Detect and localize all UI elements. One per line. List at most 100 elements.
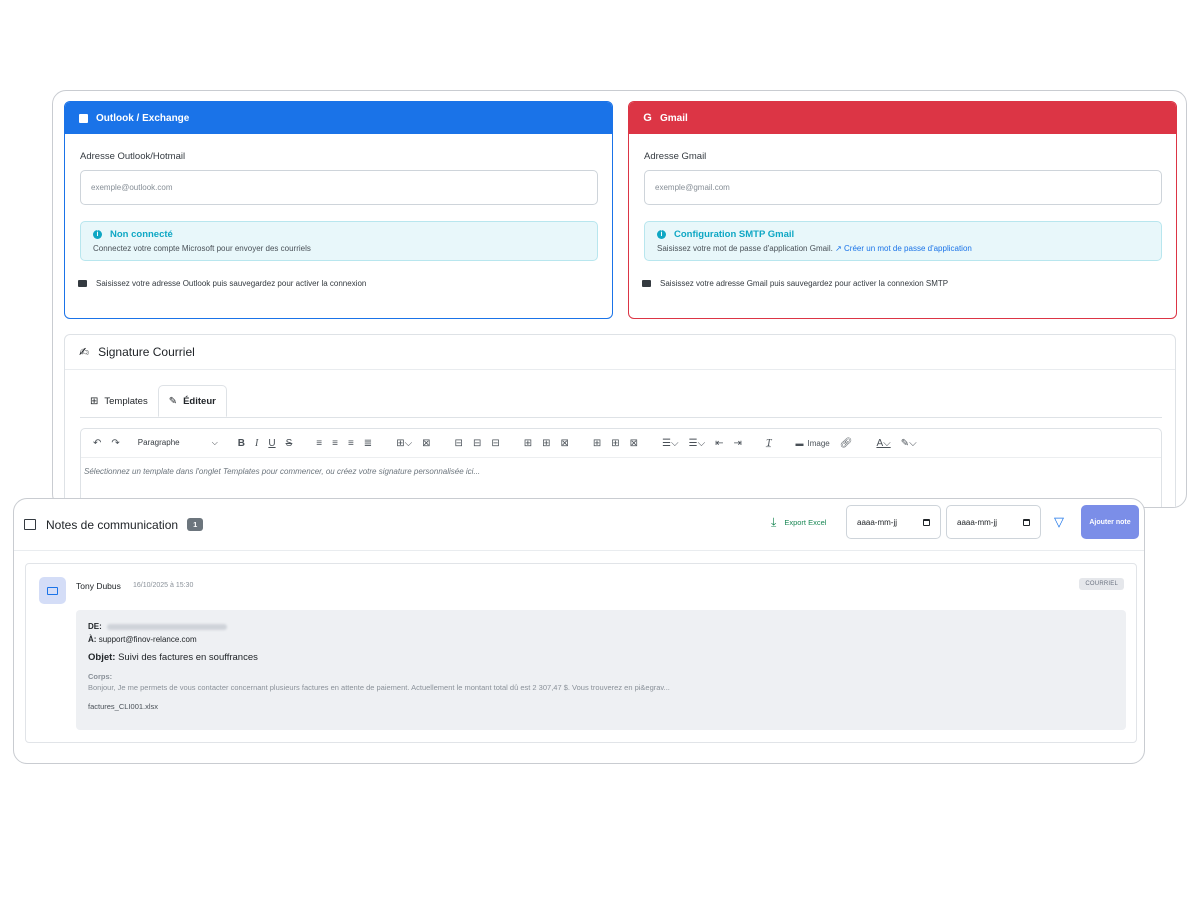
align-right-icon[interactable]: ≡ (348, 438, 354, 449)
gmail-alert-text: Saisissez votre mot de passe d'applicati… (657, 244, 833, 253)
tab-templates[interactable]: ⊞ Templates (80, 385, 158, 417)
envelope-icon (78, 280, 87, 287)
delete-table-icon[interactable]: ⊠ (422, 438, 430, 449)
strikethrough-icon[interactable]: S (286, 438, 293, 449)
image-button[interactable]: ▬ Image (796, 439, 830, 448)
align-left-icon[interactable]: ≡ (316, 438, 322, 449)
signature-icon: ✍ (79, 345, 90, 359)
insert-col-right-icon[interactable]: ⊞ (542, 438, 550, 449)
signature-card: ✍ Signature Courriel ⊞ Templates ✎ Édite… (64, 334, 1176, 507)
envelope-icon (642, 280, 651, 287)
calendar-icon (923, 518, 930, 526)
outdent-icon[interactable]: ⇤ (715, 438, 723, 449)
note-date: 16/10/2025 à 15:30 (133, 582, 194, 589)
date-from-input[interactable]: aaaa-mm-jj (846, 505, 941, 539)
gmail-email-input[interactable] (644, 170, 1162, 205)
underline-icon[interactable]: U (268, 438, 275, 449)
note-body: Bonjour, Je me permets de vous contacter… (88, 683, 670, 692)
note-attachment[interactable]: factures_CLI001.xlsx (88, 702, 1114, 711)
outlook-card: Outlook / Exchange Adresse Outlook/Hotma… (64, 101, 613, 319)
outlook-note-text: Saisissez votre adresse Outlook puis sau… (96, 279, 367, 288)
align-justify-icon[interactable]: ≣ (364, 438, 372, 449)
tab-editor-label: Éditeur (183, 395, 216, 407)
date-to-input[interactable]: aaaa-mm-jj (946, 505, 1041, 539)
signature-tabs: ⊞ Templates ✎ Éditeur (80, 385, 1162, 418)
image-icon: ▬ (795, 438, 804, 448)
note-to: À: support@finov-relance.com (88, 635, 1114, 644)
gmail-smtp-alert: i Configuration SMTP Gmail Saisissez vot… (644, 221, 1162, 261)
note-content: DE: À: support@finov-relance.com Objet: … (76, 610, 1126, 730)
filter-icon[interactable]: ▽ (1054, 514, 1064, 530)
redo-icon[interactable]: ↷ (111, 438, 119, 449)
split-cells-icon[interactable]: ⊞ (611, 438, 619, 449)
note-type-badge: COURRIEL (1079, 578, 1124, 590)
outlook-email-input[interactable] (80, 170, 598, 205)
outlook-alert-title: Non connecté (110, 229, 173, 240)
note-from-label: DE: (88, 622, 102, 631)
note-to-address: support@finov-relance.com (98, 635, 197, 644)
info-icon: i (657, 230, 666, 239)
image-label: Image (807, 438, 830, 448)
outlook-field-label: Adresse Outlook/Hotmail (80, 151, 186, 162)
notes-panel: Notes de communication 1 ⤓ Export Excel … (13, 498, 1145, 764)
chat-icon (24, 519, 36, 530)
gmail-note-text: Saisissez votre adresse Gmail puis sauve… (660, 279, 949, 288)
numbered-list-icon[interactable]: ☰⌵ (689, 438, 706, 449)
calendar-icon (1023, 518, 1030, 526)
clear-format-icon[interactable]: T̲ (766, 438, 772, 449)
insert-row-below-icon[interactable]: ⊟ (473, 438, 481, 449)
signature-editor: ↶ ↷ Paragraphe ⌵ B I U S ≡ ≡ ≡ ≣ ⊞⌵ ⊠ ⊟ … (80, 428, 1162, 507)
gmail-card: G Gmail Adresse Gmail i Configuration SM… (628, 101, 1177, 319)
insert-col-left-icon[interactable]: ⊞ (524, 438, 532, 449)
notes-count-badge: 1 (187, 518, 204, 531)
merge-cells-icon[interactable]: ⊞ (593, 438, 601, 449)
note-subject-label: Objet: (88, 652, 116, 663)
font-color-icon[interactable]: A⌵ (876, 438, 890, 449)
google-icon: G (643, 112, 652, 124)
note-from: DE: (88, 622, 1114, 631)
chevron-down-icon: ⌵ (211, 438, 218, 447)
bullet-list-icon[interactable]: ☰⌵ (662, 438, 679, 449)
add-note-button[interactable]: Ajouter note (1081, 505, 1139, 539)
note-item: Tony Dubus 16/10/2025 à 15:30 COURRIEL D… (25, 563, 1137, 743)
download-icon: ⤓ (771, 515, 777, 529)
email-settings-panel: Outlook / Exchange Adresse Outlook/Hotma… (52, 90, 1187, 508)
indent-icon[interactable]: ⇥ (734, 438, 742, 449)
tab-editor[interactable]: ✎ Éditeur (157, 385, 227, 417)
export-excel-button[interactable]: ⤓ Export Excel (771, 515, 826, 530)
note-author: Tony Dubus (76, 581, 121, 591)
outlook-alert-text: Connectez votre compte Microsoft pour en… (93, 244, 311, 253)
link-icon[interactable]: 🔗︎ (840, 438, 853, 449)
table-icon[interactable]: ⊞⌵ (396, 438, 412, 449)
align-center-icon[interactable]: ≡ (332, 438, 338, 449)
editor-placeholder[interactable]: Sélectionnez un template dans l'onglet T… (81, 458, 1161, 485)
paragraph-select-value: Paragraphe (137, 438, 180, 447)
delete-row-icon[interactable]: ⊟ (491, 438, 499, 449)
tab-templates-label: Templates (104, 395, 148, 407)
delete-cells-icon[interactable]: ⊠ (630, 438, 638, 449)
date-to-placeholder: aaaa-mm-jj (957, 517, 998, 527)
editor-toolbar: ↶ ↷ Paragraphe ⌵ B I U S ≡ ≡ ≡ ≣ ⊞⌵ ⊠ ⊟ … (81, 429, 1161, 458)
envelope-icon (47, 586, 58, 595)
insert-row-above-icon[interactable]: ⊟ (455, 438, 463, 449)
edit-icon: ✎ (168, 395, 178, 407)
create-app-password-link[interactable]: Créer un mot de passe d'application (844, 244, 972, 253)
outlook-card-header: Outlook / Exchange (65, 102, 612, 134)
paragraph-select[interactable]: Paragraphe ⌵ (138, 438, 218, 448)
delete-col-icon[interactable]: ⊠ (561, 438, 569, 449)
notes-title: Notes de communication (46, 517, 179, 532)
gmail-field-label: Adresse Gmail (644, 151, 707, 162)
external-link-icon: ↗ (835, 244, 842, 253)
export-excel-label: Export Excel (784, 518, 827, 527)
info-icon: i (93, 230, 102, 239)
bold-icon[interactable]: B (238, 438, 245, 449)
gmail-note: Saisissez votre adresse Gmail puis sauve… (629, 279, 1176, 288)
outlook-note: Saisissez votre adresse Outlook puis sau… (65, 279, 612, 288)
note-subject-text: Suivi des factures en souffrances (118, 652, 258, 663)
highlight-icon[interactable]: ✎⌵ (901, 438, 917, 449)
undo-icon[interactable]: ↶ (93, 438, 101, 449)
mail-avatar (39, 577, 66, 604)
italic-icon[interactable]: I (255, 438, 258, 449)
note-body-label: Corps: (88, 672, 113, 681)
gmail-header-title: Gmail (660, 112, 688, 124)
